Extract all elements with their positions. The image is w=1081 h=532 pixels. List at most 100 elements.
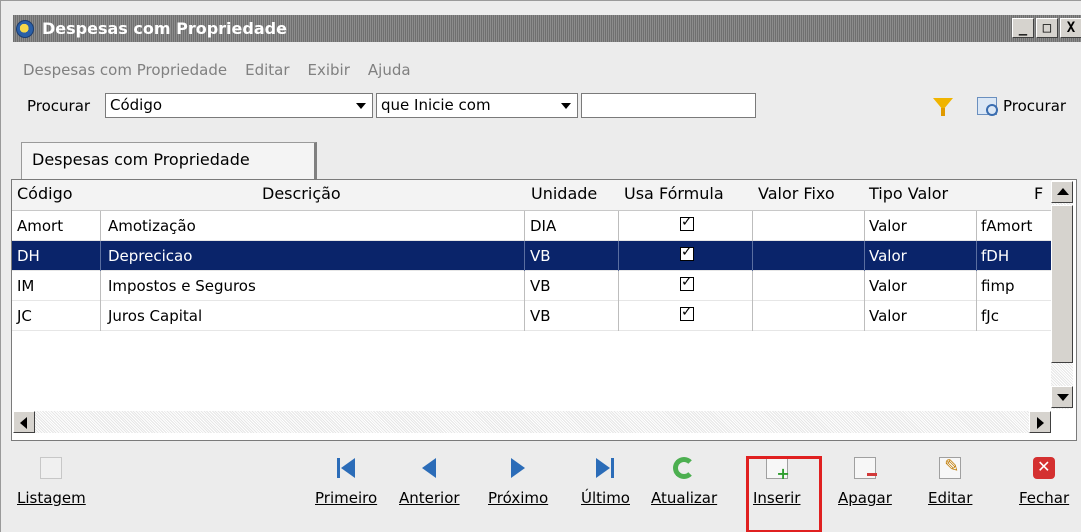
app-window: Despesas com Propriedade _ □ X Despesas … (0, 0, 1081, 532)
column-tipo-valor[interactable]: Tipo Valor (869, 184, 948, 203)
listagem-button[interactable]: Listagem (17, 451, 86, 523)
apagar-button[interactable]: Apagar (838, 451, 892, 523)
table-row[interactable]: JC Juros Capital VB Valor fJc (12, 301, 1052, 331)
arrow-left-icon (20, 417, 27, 429)
column-divider (524, 211, 525, 241)
usa-formula-checkbox[interactable] (680, 214, 694, 231)
column-divider (100, 271, 101, 301)
table-row[interactable]: Amort Amotização DIA Valor fAmort (12, 211, 1052, 241)
ultimo-label: Último (581, 489, 630, 507)
inserir-highlight-box (746, 456, 822, 532)
column-divider (864, 211, 865, 241)
scroll-thumb[interactable] (1051, 205, 1073, 363)
chevron-down-icon (561, 103, 571, 109)
fechar-button[interactable]: Fechar (1019, 451, 1069, 523)
apagar-label: Apagar (838, 489, 892, 507)
filter-icon[interactable] (933, 98, 953, 116)
table-header: Código Descrição Unidade Usa Fórmula Val… (12, 180, 1052, 211)
primeiro-button[interactable]: Primeiro (315, 451, 377, 523)
close-icon (1033, 457, 1056, 479)
close-button[interactable]: X (1060, 18, 1081, 38)
column-unidade[interactable]: Unidade (531, 184, 597, 203)
cell-unidade: VB (530, 307, 551, 325)
cell-codigo: DH (17, 247, 40, 265)
table-row[interactable]: IM Impostos e Seguros VB Valor fimp (12, 271, 1052, 301)
column-divider (864, 301, 865, 331)
scroll-left-button[interactable] (13, 411, 35, 433)
usa-formula-checkbox[interactable] (680, 304, 694, 321)
usa-formula-checkbox[interactable] (680, 274, 694, 291)
column-divider (752, 301, 753, 331)
search-field-value: Código (110, 96, 163, 114)
window-title: Despesas com Propriedade (42, 19, 287, 38)
column-formula[interactable]: F (1034, 184, 1043, 203)
search-mode-value: que Inicie com (381, 96, 491, 114)
column-codigo[interactable]: Código (17, 184, 73, 203)
cell-formula: fJc (981, 307, 999, 325)
scroll-right-button[interactable] (1029, 411, 1051, 433)
cell-unidade: VB (530, 247, 551, 265)
grid-panel: Código Descrição Unidade Usa Fórmula Val… (11, 179, 1077, 441)
column-divider (752, 271, 753, 301)
column-divider (524, 301, 525, 331)
minimize-button[interactable]: _ (1012, 18, 1034, 38)
proximo-button[interactable]: Próximo (488, 451, 548, 523)
menu-bar: Despesas com Propriedade Editar Exibir A… (23, 61, 411, 79)
cell-descricao: Deprecicao (108, 247, 193, 265)
column-divider (976, 211, 977, 241)
first-record-icon (335, 457, 357, 479)
column-usa-formula[interactable]: Usa Fórmula (624, 184, 724, 203)
scroll-up-button[interactable] (1051, 181, 1073, 203)
delete-icon (853, 457, 877, 479)
last-record-icon (594, 457, 616, 479)
title-bar[interactable]: Despesas com Propriedade _ □ X (13, 15, 1081, 42)
vertical-scrollbar[interactable] (1051, 181, 1073, 409)
column-divider (752, 211, 753, 241)
document-icon (40, 457, 63, 479)
editar-button[interactable]: Editar (928, 451, 972, 523)
atualizar-button[interactable]: Atualizar (651, 451, 717, 523)
column-divider (976, 271, 977, 301)
search-icon[interactable] (977, 97, 998, 116)
table-row-selected[interactable]: DH Deprecicao VB Valor fDH (12, 241, 1052, 271)
anterior-button[interactable]: Anterior (399, 451, 460, 523)
bottom-toolbar: Listagem Primeiro Anterior Próximo Últim… (11, 451, 1081, 532)
listagem-label: Listagem (17, 489, 86, 507)
atualizar-label: Atualizar (651, 489, 718, 507)
cell-formula: fDH (981, 247, 1010, 265)
search-label: Procurar (27, 97, 91, 115)
search-button[interactable]: Procurar (1003, 97, 1066, 115)
search-mode-select[interactable]: que Inicie com (376, 93, 578, 118)
menu-ajuda[interactable]: Ajuda (368, 61, 411, 79)
column-divider (618, 301, 619, 331)
column-divider (524, 271, 525, 301)
primeiro-label: Primeiro (315, 489, 378, 507)
scroll-down-button[interactable] (1051, 386, 1073, 408)
horizontal-scrollbar[interactable] (13, 411, 1051, 433)
fechar-label: Fechar (1019, 489, 1070, 507)
search-input[interactable] (581, 93, 756, 118)
ultimo-button[interactable]: Último (581, 451, 630, 523)
column-divider (100, 301, 101, 331)
cell-descricao: Amotização (108, 217, 196, 235)
menu-editar[interactable]: Editar (245, 61, 289, 79)
cell-tipo-valor: Valor (869, 247, 907, 265)
column-divider (864, 271, 865, 301)
cell-descricao: Juros Capital (108, 307, 203, 325)
column-valor-fixo[interactable]: Valor Fixo (758, 184, 835, 203)
maximize-button[interactable]: □ (1036, 18, 1058, 38)
cell-unidade: DIA (530, 217, 557, 235)
usa-formula-checkbox[interactable] (680, 244, 694, 261)
column-descricao[interactable]: Descrição (262, 184, 341, 203)
cell-codigo: IM (17, 277, 35, 295)
tab-despesas[interactable]: Despesas com Propriedade (21, 142, 317, 180)
column-divider (524, 241, 525, 271)
menu-despesas[interactable]: Despesas com Propriedade (23, 61, 227, 79)
search-row: Procurar Código que Inicie com Procurar (23, 93, 1081, 119)
edit-icon (939, 456, 962, 479)
cell-tipo-valor: Valor (869, 307, 907, 325)
cell-tipo-valor: Valor (869, 217, 907, 235)
menu-exibir[interactable]: Exibir (308, 61, 350, 79)
arrow-up-icon (1057, 188, 1069, 195)
search-field-select[interactable]: Código (105, 93, 373, 118)
